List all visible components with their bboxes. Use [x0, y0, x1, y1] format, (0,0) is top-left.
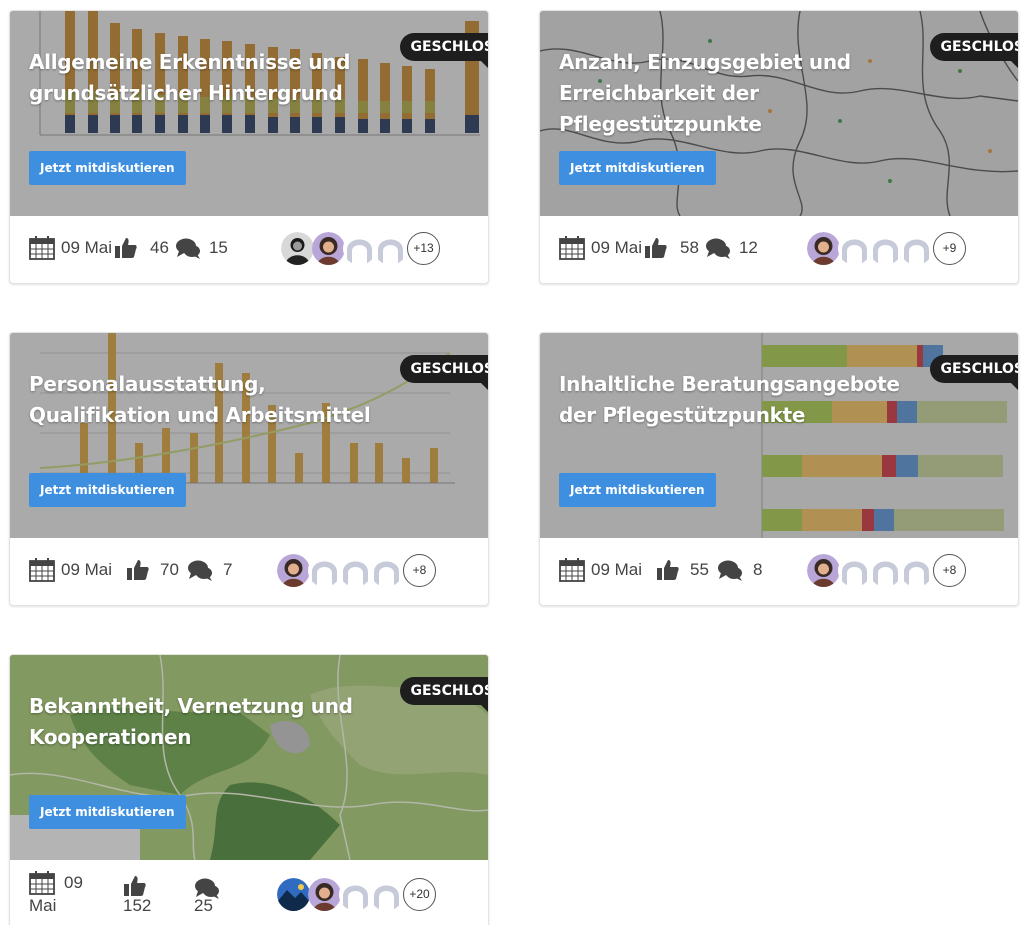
comments-count: 7: [222, 560, 233, 579]
avatar-placeholder[interactable]: [900, 232, 933, 265]
likes-count: 46: [150, 238, 169, 257]
join-discussion-button[interactable]: Jetzt mitdiskutieren: [559, 473, 716, 507]
comments-count: 25: [194, 896, 213, 915]
comments-icon[interactable]: [705, 237, 731, 259]
more-participants-count[interactable]: +8: [403, 554, 436, 587]
thumbs-up-icon[interactable]: [126, 559, 150, 581]
comments-icon[interactable]: [187, 559, 213, 581]
closed-badge: GESCHLOS: [400, 677, 488, 712]
comments-count: 12: [738, 238, 758, 257]
participant-avatars: +8: [277, 554, 436, 587]
discussion-card[interactable]: Personalausstattung, Qualifikation und A…: [9, 332, 489, 606]
card-date-month: Mai: [29, 896, 57, 915]
comments-icon[interactable]: [717, 559, 743, 581]
card-title[interactable]: Allgemeine Erkenntnisse und grundsätzlic…: [29, 47, 409, 109]
closed-badge: GESCHLOS: [930, 33, 1018, 68]
avatar-placeholder[interactable]: [308, 554, 341, 587]
discussion-card[interactable]: Bekanntheit, Vernetzung und Kooperatione…: [9, 654, 489, 925]
card-footer: 09 Mai 70 7 +8: [10, 538, 488, 605]
card-footer: 09 Mai 152 25 +20: [10, 860, 488, 925]
more-participants-count[interactable]: +20: [403, 878, 436, 911]
discussion-card[interactable]: Anzahl, Einzugsgebiet und Erreichbarkeit…: [539, 10, 1019, 284]
card-title[interactable]: Personalausstattung, Qualifikation und A…: [29, 369, 409, 431]
card-thumbnail[interactable]: Anzahl, Einzugsgebiet und Erreichbarkeit…: [540, 11, 1018, 216]
avatar-placeholder[interactable]: [838, 554, 871, 587]
avatar-placeholder[interactable]: [900, 554, 933, 587]
calendar-icon: [559, 558, 585, 582]
participant-avatars: +13: [281, 232, 440, 265]
card-thumbnail[interactable]: Bekanntheit, Vernetzung und Kooperatione…: [10, 655, 488, 860]
likes-count: 70: [160, 560, 179, 579]
card-meta: 09 Mai 55 8: [559, 558, 762, 582]
discussion-card[interactable]: Inhaltliche Beratungsangebote der Pflege…: [539, 332, 1019, 606]
card-meta: 09 Mai 70 7: [29, 558, 232, 582]
card-thumbnail[interactable]: Personalausstattung, Qualifikation und A…: [10, 333, 488, 538]
card-title[interactable]: Anzahl, Einzugsgebiet und Erreichbarkeit…: [559, 47, 939, 140]
avatar-placeholder[interactable]: [370, 878, 403, 911]
more-participants-count[interactable]: +13: [407, 232, 440, 265]
card-date: 09 Mai: [61, 238, 113, 257]
card-footer: 09 Mai 46 15 +13: [10, 216, 488, 283]
avatar-placeholder[interactable]: [374, 232, 407, 265]
join-discussion-button[interactable]: Jetzt mitdiskutieren: [559, 151, 716, 185]
card-thumbnail[interactable]: Inhaltliche Beratungsangebote der Pflege…: [540, 333, 1018, 538]
avatar[interactable]: [277, 554, 310, 587]
comments-icon[interactable]: [175, 237, 201, 259]
card-meta: 09 Mai 58 12: [559, 236, 758, 260]
closed-badge: GESCHLOS: [930, 355, 1018, 390]
thumbs-up-icon[interactable]: [656, 559, 680, 581]
card-footer: 09 Mai 58 12 +9: [540, 216, 1018, 283]
participant-avatars: +9: [807, 232, 966, 265]
card-thumbnail[interactable]: Allgemeine Erkenntnisse und grundsätzlic…: [10, 11, 488, 216]
likes-count: 55: [690, 560, 709, 579]
avatar-placeholder[interactable]: [869, 232, 902, 265]
comments-count: 15: [208, 238, 228, 257]
thumbs-up-icon[interactable]: [644, 237, 668, 259]
discussion-card[interactable]: Allgemeine Erkenntnisse und grundsätzlic…: [9, 10, 489, 284]
date-block: 09 Mai: [29, 871, 83, 914]
more-participants-count[interactable]: +9: [933, 232, 966, 265]
card-date: 09 Mai: [591, 560, 643, 579]
card-meta: 09 Mai 46 15: [29, 236, 228, 260]
avatar-placeholder[interactable]: [838, 232, 871, 265]
card-date-day: 09: [64, 873, 83, 892]
comments-count: 8: [752, 560, 763, 579]
calendar-icon: [559, 236, 585, 260]
closed-badge: GESCHLOS: [400, 355, 488, 390]
join-discussion-button[interactable]: Jetzt mitdiskutieren: [29, 795, 186, 829]
calendar-icon: [29, 871, 55, 895]
more-participants-count[interactable]: +8: [933, 554, 966, 587]
avatar[interactable]: [277, 878, 310, 911]
avatar[interactable]: [807, 232, 840, 265]
participant-avatars: +8: [807, 554, 966, 587]
calendar-icon: [29, 236, 55, 260]
card-date: 09 Mai: [61, 560, 113, 579]
closed-badge: GESCHLOS: [400, 33, 488, 68]
avatar-placeholder[interactable]: [370, 554, 403, 587]
card-footer: 09 Mai 55 8 +8: [540, 538, 1018, 605]
thumbs-up-icon[interactable]: [114, 237, 138, 259]
card-title[interactable]: Inhaltliche Beratungsangebote der Pflege…: [559, 369, 939, 431]
join-discussion-button[interactable]: Jetzt mitdiskutieren: [29, 151, 186, 185]
avatar-placeholder[interactable]: [339, 554, 372, 587]
avatar-placeholder[interactable]: [869, 554, 902, 587]
card-title[interactable]: Bekanntheit, Vernetzung und Kooperatione…: [29, 691, 409, 753]
card-date: 09 Mai: [591, 238, 643, 257]
thumbs-up-icon[interactable]: [123, 875, 147, 897]
avatar[interactable]: [807, 554, 840, 587]
likes-count: 58: [680, 238, 699, 257]
avatar-placeholder[interactable]: [343, 232, 376, 265]
participant-avatars: +20: [277, 878, 436, 911]
avatar[interactable]: [281, 232, 314, 265]
calendar-icon: [29, 558, 55, 582]
avatar[interactable]: [308, 878, 341, 911]
join-discussion-button[interactable]: Jetzt mitdiskutieren: [29, 473, 186, 507]
avatar[interactable]: [312, 232, 345, 265]
avatar-placeholder[interactable]: [339, 878, 372, 911]
likes-count: 152: [123, 896, 152, 915]
